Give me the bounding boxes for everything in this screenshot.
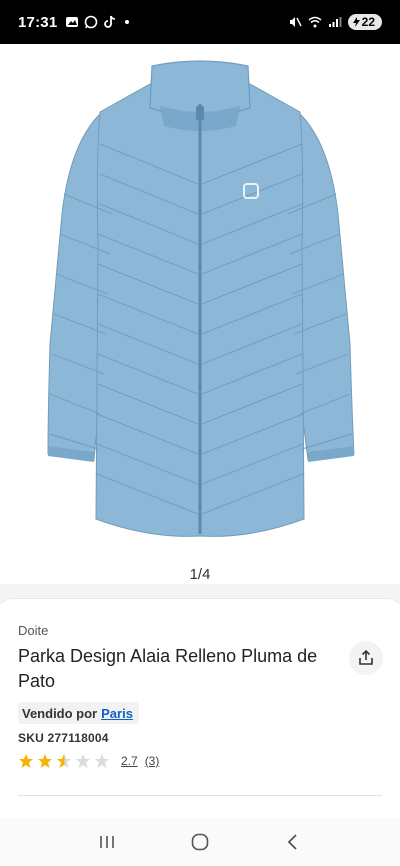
status-bar: 17:31 22: [0, 0, 400, 44]
share-button[interactable]: [349, 641, 383, 675]
product-rating[interactable]: 2.7 (3): [18, 753, 159, 769]
star-empty-icon: [76, 754, 90, 768]
tiktok-icon: [104, 15, 116, 28]
product-image-gallery[interactable]: 1/4: [0, 44, 400, 590]
system-nav-bar: [0, 818, 400, 866]
battery-level: 22: [361, 15, 375, 29]
divider: [18, 795, 382, 796]
status-notification-icons: [65, 15, 130, 29]
star-icon: [19, 754, 33, 768]
dot-icon: [125, 20, 130, 24]
back-button[interactable]: [278, 827, 308, 857]
star-half-icon: [57, 754, 71, 768]
battery-icon: 22: [347, 14, 382, 30]
product-image: [47, 60, 355, 537]
seller-link[interactable]: Paris: [101, 706, 133, 721]
seller-chip: Vendido por Paris: [18, 702, 139, 724]
rating-value[interactable]: 2.7: [121, 754, 138, 768]
rating-count[interactable]: (3): [145, 754, 160, 768]
home-button[interactable]: [185, 827, 215, 857]
status-time: 17:31: [18, 13, 58, 31]
product-sku: SKU 277118004: [18, 731, 109, 745]
status-system-icons: 22: [288, 14, 382, 30]
star-empty-icon: [95, 754, 109, 768]
product-title: Parka Design Alaia Relleno Pluma de Pato: [18, 646, 318, 691]
product-brand[interactable]: Doite: [18, 623, 48, 638]
share-icon: [359, 649, 373, 665]
star-icon: [38, 754, 52, 768]
recent-apps-icon: [99, 836, 114, 848]
mute-icon: [289, 17, 302, 27]
whatsapp-icon: [85, 15, 98, 29]
gallery-icon: [66, 17, 79, 27]
back-icon: [288, 834, 297, 850]
product-details-card: Doite Parka Design Alaia Relleno Pluma d…: [0, 598, 400, 820]
seller-prefix: Vendido por: [22, 705, 98, 721]
recent-apps-button[interactable]: [92, 827, 122, 857]
wifi-icon: [308, 16, 322, 28]
home-icon: [191, 833, 209, 851]
signal-icon: [328, 17, 342, 27]
